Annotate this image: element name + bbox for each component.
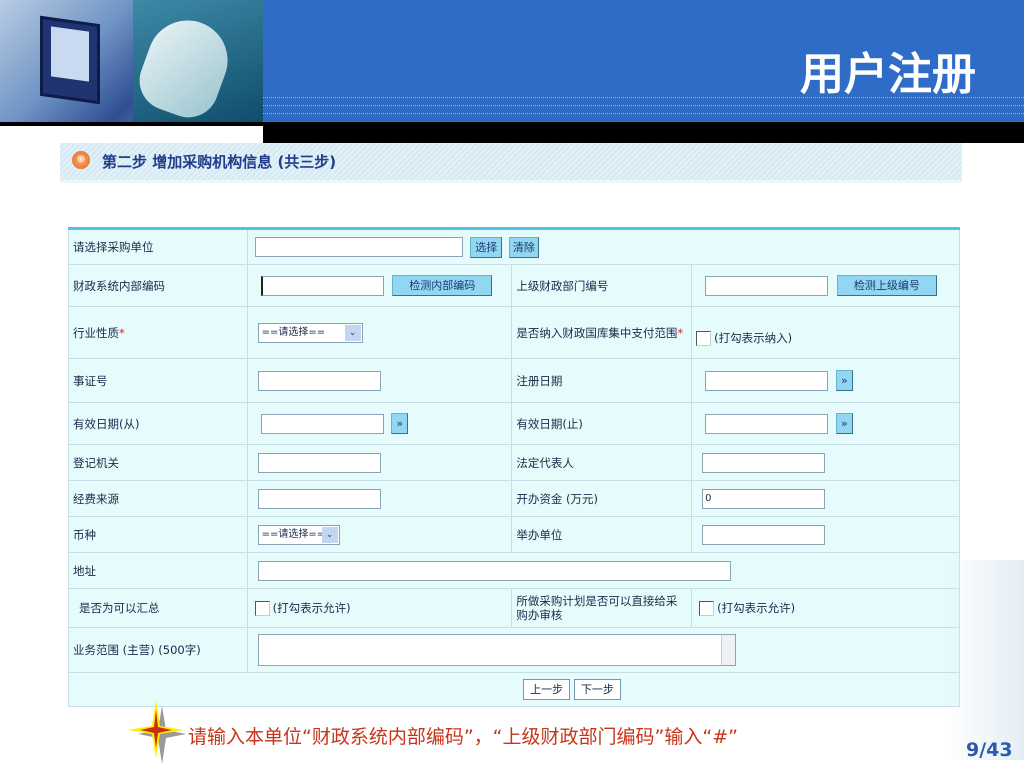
legal-rep-input[interactable] (702, 452, 826, 473)
header-photo (0, 0, 263, 124)
treasury-checkbox[interactable] (696, 330, 712, 346)
title-banner: 用户注册 (263, 0, 1024, 124)
selected-value: ==请选择== (261, 528, 326, 540)
label: 举办单位 (511, 516, 693, 553)
label: 所做采购计划是否可以直接给采购办审核 (511, 588, 693, 628)
divider-bar (263, 122, 1024, 143)
purchase-unit-input[interactable] (254, 237, 463, 257)
required-mark: * (119, 325, 125, 340)
check-parent-code-button[interactable]: 检测上级编号 (836, 275, 937, 296)
certificate-input[interactable] (257, 370, 381, 391)
currency-select[interactable]: ==请选择== ⌄ (257, 524, 340, 545)
check-internal-code-button[interactable]: 检测内部编码 (392, 275, 493, 296)
hint: (打勾表示允许) (717, 601, 796, 615)
label: 是否为可以汇总 (68, 588, 248, 628)
business-scope-textarea[interactable] (257, 634, 736, 666)
internal-code-input[interactable] (260, 275, 384, 296)
label: 经费来源 (68, 480, 248, 517)
decorative-background (944, 560, 1024, 760)
summarizable-checkbox[interactable] (254, 601, 270, 616)
label: 地址 (68, 552, 248, 589)
label: 是否纳入财政国库集中支付范围 (516, 325, 678, 340)
authority-input[interactable] (257, 452, 381, 473)
label: 财政系统内部编码 (68, 264, 248, 307)
label: 行业性质 (73, 325, 119, 340)
sponsor-input[interactable] (702, 524, 826, 545)
page-number: 9/43 (966, 739, 1013, 761)
laptop-image (40, 15, 100, 105)
label: 有效日期(从) (68, 402, 248, 445)
select-button[interactable]: 选择 (470, 236, 503, 258)
prev-step-button[interactable]: 上一步 (523, 679, 571, 700)
label: 法定代表人 (511, 444, 693, 481)
startup-capital-input[interactable]: 0 (702, 488, 826, 509)
mouse-image (131, 9, 239, 124)
date-picker-button[interactable]: » (835, 370, 853, 391)
star-bullet-icon (128, 700, 186, 764)
hint: (打勾表示允许) (272, 601, 351, 615)
form-header: ⊕ 第二步 增加采购机构信息 (共三步) (60, 143, 962, 183)
label: 开办资金 (万元) (511, 480, 693, 517)
register-date-input[interactable] (705, 370, 829, 391)
label: 业务范围 (主营) (500字) (68, 627, 248, 673)
date-picker-button[interactable]: » (835, 413, 853, 434)
label: 币种 (68, 516, 248, 553)
valid-from-input[interactable] (260, 413, 384, 434)
parent-code-input[interactable] (705, 275, 829, 296)
scrollbar[interactable] (720, 635, 735, 665)
label: 请选择采购单位 (68, 228, 248, 265)
date-picker-button[interactable]: » (391, 413, 409, 434)
instruction-note: 请输入本单位“财政系统内部编码”，“上级财政部门编码”输入“#” (188, 726, 738, 748)
chevron-down-icon: ⌄ (321, 526, 338, 543)
label: 上级财政部门编号 (511, 264, 693, 307)
fund-source-input[interactable] (257, 488, 381, 509)
chevron-down-icon: ⌄ (344, 324, 361, 341)
slide-title: 用户注册 (800, 49, 976, 100)
label: 事证号 (68, 358, 248, 403)
step-title: 第二步 增加采购机构信息 (共三步) (102, 153, 337, 171)
direct-review-checkbox[interactable] (699, 601, 715, 616)
label: 登记机关 (68, 444, 248, 481)
next-step-button[interactable]: 下一步 (573, 679, 621, 700)
required-mark: * (677, 325, 684, 340)
hint: (打勾表示纳入) (714, 330, 793, 345)
valid-to-input[interactable] (705, 413, 829, 434)
address-input[interactable] (257, 560, 731, 581)
label: 注册日期 (511, 358, 693, 403)
registration-form: 请选择采购单位 选择 清除 财政系统内部编码 检测内部编码 上级财政部门编号 检… (68, 227, 961, 707)
industry-select[interactable]: ==请选择== ⌄ (257, 322, 363, 343)
clear-button[interactable]: 清除 (508, 236, 539, 258)
step-icon: ⊕ (72, 151, 90, 169)
selected-value: ==请选择== (261, 326, 326, 338)
label: 有效日期(止) (511, 402, 693, 445)
